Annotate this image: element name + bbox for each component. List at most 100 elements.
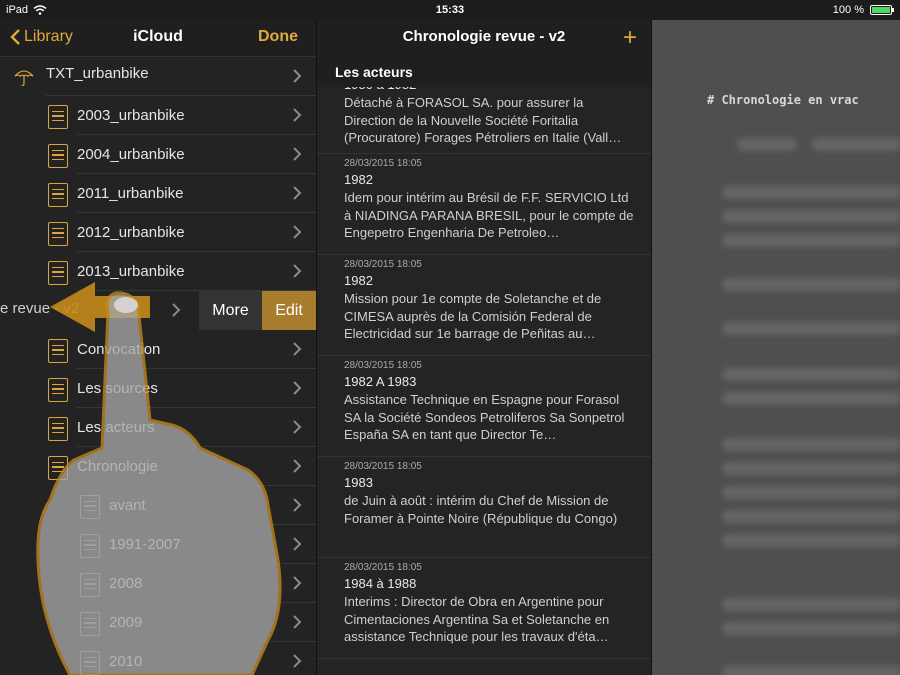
document-label: avant [109, 497, 146, 514]
library-panel: Library iCloud Done TXT_urbanbike 2003_u… [0, 20, 316, 675]
chevron-right-icon [293, 186, 302, 200]
blurred-text [722, 278, 900, 291]
battery-icon [870, 5, 894, 15]
chevron-right-icon [293, 69, 302, 83]
chevron-left-icon [10, 29, 20, 45]
blurred-text [722, 210, 900, 223]
document-row[interactable]: 2011_urbanbike [0, 174, 316, 213]
blurred-text [722, 392, 900, 405]
document-row[interactable]: avant [0, 486, 316, 525]
document-row[interactable]: Les acteurs [0, 408, 316, 447]
chevron-right-icon [293, 615, 302, 629]
chevron-right-icon [172, 303, 181, 317]
document-label: 2003_urbanbike [77, 107, 185, 124]
blurred-text [722, 534, 900, 547]
document-row[interactable]: Convocation [0, 330, 316, 369]
chevron-right-icon [293, 342, 302, 356]
document-icon [48, 417, 68, 441]
document-title: Chronologie revue - v2 [402, 28, 566, 45]
chevron-right-icon [293, 264, 302, 278]
folder-row-root[interactable]: TXT_urbanbike [0, 57, 316, 96]
document-row[interactable]: 2012_urbanbike [0, 213, 316, 252]
entry-card[interactable]: 28/03/2015 18:05 1983 de Juin à août : int… [317, 457, 651, 558]
entry-heading: 1982 [344, 273, 373, 288]
document-row[interactable]: 2009 [0, 603, 316, 642]
entry-card[interactable]: 28/03/2015 18:05 1984 à 1988 Interims : Di… [317, 558, 651, 659]
document-icon [48, 144, 68, 168]
document-icon [48, 456, 68, 480]
library-nav-bar: Library iCloud Done [0, 20, 316, 57]
document-icon [80, 612, 100, 636]
entry-body: Mission pour 1e compte de Soletanche et … [344, 291, 602, 341]
chevron-right-icon [293, 147, 302, 161]
edit-button[interactable]: Edit [262, 291, 316, 330]
entry-heading: 1984 à 1988 [344, 576, 417, 591]
document-label: Convocation [77, 341, 161, 358]
document-icon [48, 339, 68, 363]
swipe-row: e revue - v2 More Edit [0, 291, 316, 330]
chevron-right-icon [293, 654, 302, 668]
entry-body: Idem pour intérim au Brésil de F.F. SERV… [344, 190, 634, 240]
document-label: 2009 [109, 614, 143, 631]
entry-body: de Juin à août : intérim du Chef de Miss… [344, 493, 618, 526]
document-label: 2013_urbanbike [77, 263, 185, 280]
document-row[interactable]: 1991-2007 [0, 525, 316, 564]
more-button[interactable]: More [199, 291, 262, 330]
done-button[interactable]: Done [258, 28, 298, 46]
entry-card[interactable]: 1980 à 1982Détaché à FORASOL SA. pour as… [317, 76, 651, 154]
document-label: 2004_urbanbike [77, 146, 185, 163]
editor-panel[interactable]: # Chronologie en vrac [651, 20, 900, 675]
blurred-text [722, 234, 900, 247]
document-panel: Chronologie revue - v2 + Les acteurs 198… [316, 20, 651, 675]
blurred-text [722, 186, 900, 199]
document-icon [48, 261, 68, 285]
document-label: 2012_urbanbike [77, 224, 185, 241]
chevron-right-icon [293, 576, 302, 590]
document-row[interactable]: e revue - v2 More Edit [0, 291, 316, 330]
entries-list: 1980 à 1982Détaché à FORASOL SA. pour as… [317, 77, 651, 659]
blurred-text [722, 666, 900, 675]
plus-icon[interactable]: + [623, 24, 637, 52]
entry-heading: 1983 [344, 475, 373, 490]
document-row[interactable]: 2010 [0, 642, 316, 675]
back-button[interactable]: Library [10, 28, 73, 46]
blurred-text [722, 486, 900, 499]
chevron-right-icon [293, 381, 302, 395]
document-icon [80, 573, 100, 597]
root-folder-label: TXT_urbanbike [46, 65, 149, 82]
entry-body: Assistance Technique en Espagne pour For… [344, 392, 625, 442]
document-icon [80, 534, 100, 558]
document-label: 1991-2007 [109, 536, 181, 553]
entry-date: 28/03/2015 18:05 [344, 360, 422, 371]
document-label: Les sources [77, 380, 158, 397]
entry-card[interactable]: 28/03/2015 18:05 1982 A 1983 Assistance Te… [317, 356, 651, 457]
blurred-text [737, 138, 797, 151]
document-label: 2011_urbanbike [77, 185, 184, 202]
document-label: 2008 [109, 575, 143, 592]
battery-percent: 100 % [832, 4, 864, 16]
blurred-text [812, 138, 900, 151]
chevron-right-icon [293, 108, 302, 122]
document-icon [48, 222, 68, 246]
entry-date: 28/03/2015 18:05 [344, 562, 422, 573]
document-nav-bar: Chronologie revue - v2 + [317, 20, 651, 57]
entry-card[interactable]: 28/03/2015 18:05 1982 Idem pour intérim au… [317, 154, 651, 255]
blurred-text [722, 462, 900, 475]
entry-body: Détaché à FORASOL SA. pour assurer la Di… [344, 95, 622, 145]
clock: 15:33 [435, 4, 465, 16]
entry-date: 28/03/2015 18:05 [344, 158, 422, 169]
chevron-right-icon [293, 420, 302, 434]
entry-card[interactable]: 28/03/2015 18:05 1982 Mission pour 1e comp… [317, 255, 651, 356]
document-row[interactable]: Les sources [0, 369, 316, 408]
document-row[interactable]: 2013_urbanbike [0, 252, 316, 291]
document-icon [80, 651, 100, 675]
document-row[interactable]: 2003_urbanbike [0, 96, 316, 135]
document-row[interactable]: 2008 [0, 564, 316, 603]
document-row[interactable]: 2004_urbanbike [0, 135, 316, 174]
chevron-right-icon [293, 537, 302, 551]
blurred-text [722, 622, 900, 635]
status-bar: iPad 15:33 100 % [0, 0, 900, 20]
section-header: Les acteurs [317, 57, 651, 87]
document-row[interactable]: Chronologie [0, 447, 316, 486]
editor-heading: # Chronologie en vrac [707, 93, 859, 107]
